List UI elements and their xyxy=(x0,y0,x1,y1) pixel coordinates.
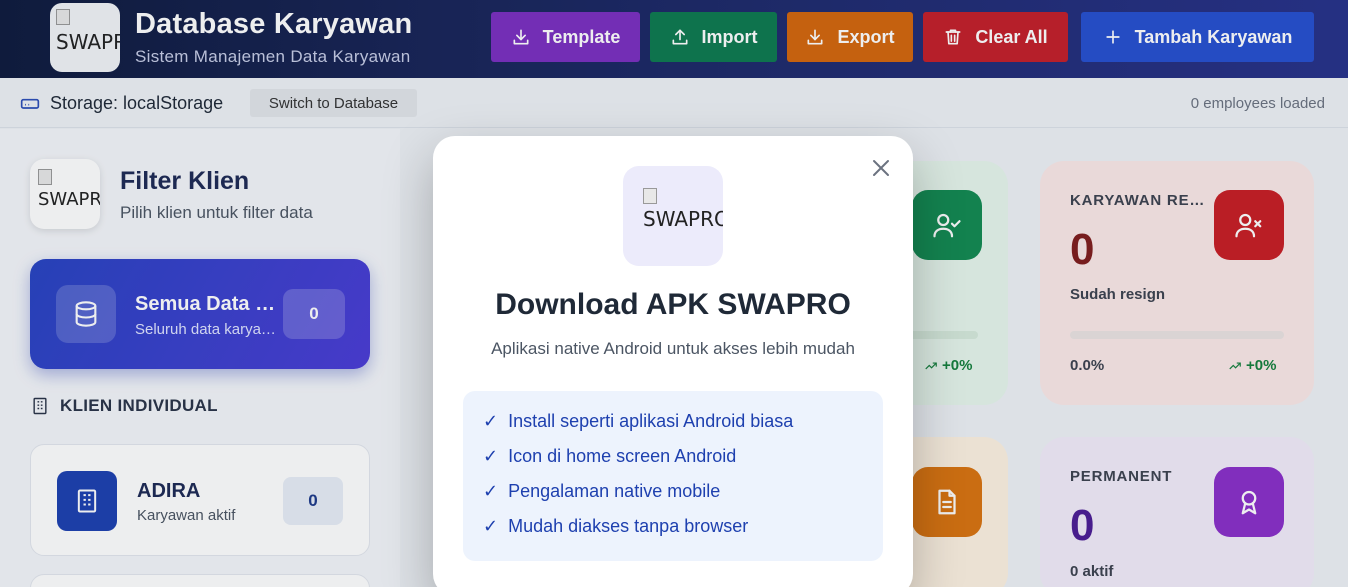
modal-title: Download APK SWAPRO xyxy=(495,288,851,321)
modal-logo-alt-text: SWAPRO xyxy=(643,207,723,231)
check-icon: ✓ xyxy=(483,446,499,466)
feature-item: ✓ Icon di home screen Android xyxy=(483,446,863,481)
check-icon: ✓ xyxy=(483,481,499,501)
feature-text: Pengalaman native mobile xyxy=(508,481,721,501)
features-list: ✓ Install seperti aplikasi Android biasa … xyxy=(463,391,883,561)
close-icon[interactable] xyxy=(871,158,891,178)
feature-text: Icon di home screen Android xyxy=(508,446,737,466)
feature-item: ✓ Mudah diakses tanpa browser xyxy=(483,516,863,551)
download-apk-modal: SWAPRO Download APK SWAPRO Aplikasi nati… xyxy=(433,136,913,587)
modal-logo: SWAPRO xyxy=(623,166,723,266)
modal-subtitle: Aplikasi native Android untuk akses lebi… xyxy=(491,339,855,358)
check-icon: ✓ xyxy=(483,411,499,431)
feature-text: Install seperti aplikasi Android biasa xyxy=(508,411,794,431)
feature-item: ✓ Install seperti aplikasi Android biasa xyxy=(483,411,863,446)
feature-item: ✓ Pengalaman native mobile xyxy=(483,481,863,516)
broken-image-icon xyxy=(643,188,657,204)
check-icon: ✓ xyxy=(483,516,499,536)
feature-text: Mudah diakses tanpa browser xyxy=(508,516,749,536)
